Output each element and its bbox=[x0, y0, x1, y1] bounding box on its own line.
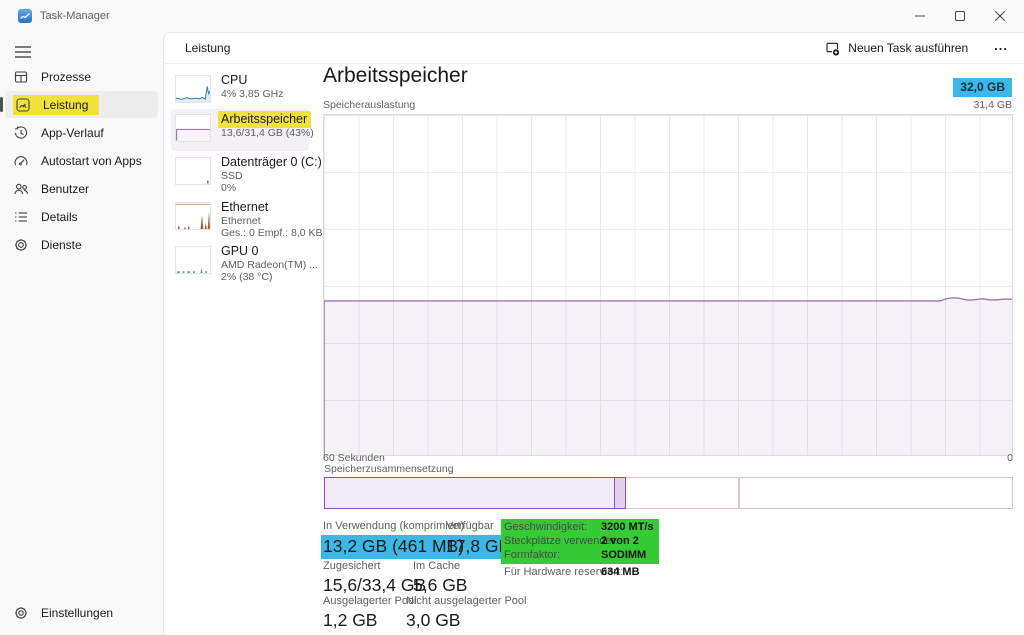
usage-chart-label: Speicherauslastung bbox=[323, 99, 415, 111]
perf-item-memory[interactable]: Arbeitsspeicher 13,6/31,4 GB (43%) bbox=[175, 112, 315, 142]
sidebar-item-app-verlauf[interactable]: App-Verlauf bbox=[5, 119, 158, 146]
stat-value: 1,2 GB bbox=[323, 610, 406, 631]
cyan-highlight: 13,2 GB (461 MB) 17,8 GB bbox=[321, 535, 515, 559]
task-manager-app-icon bbox=[18, 9, 32, 23]
selected-accent-pill bbox=[0, 97, 3, 112]
sidebar: Prozesse Leistung App-Verlauf bbox=[0, 32, 163, 635]
detail-row: Steckplätze verwendet: 2 von 2 bbox=[504, 534, 654, 548]
memory-page-title: Arbeitsspeicher bbox=[323, 64, 468, 88]
minimize-button[interactable] bbox=[900, 0, 940, 32]
perf-item-gpu[interactable]: GPU 0 AMD Radeon(TM) ... 2% (38 °C) bbox=[175, 244, 315, 283]
services-icon bbox=[13, 237, 29, 253]
panel-header: Leistung Neuen Task ausführen ... bbox=[164, 33, 1024, 64]
run-new-task-button[interactable]: Neuen Task ausführen bbox=[817, 36, 976, 61]
disk-mini-chart bbox=[175, 157, 211, 185]
stat-label: Zugesichert bbox=[323, 560, 413, 572]
yellow-highlight: Leistung bbox=[13, 95, 99, 115]
processes-icon bbox=[13, 69, 29, 85]
sidebar-item-details[interactable]: Details bbox=[5, 203, 158, 230]
memory-composition-bar bbox=[324, 477, 1013, 509]
total-memory-badge: 32,0 GB bbox=[953, 78, 1012, 97]
performance-icon bbox=[15, 97, 31, 113]
stats-row-1: In Verwendung (komprimiert) Verfügbar 13… bbox=[323, 520, 515, 559]
hamburger-menu-icon[interactable] bbox=[8, 38, 38, 66]
page-title: Leistung bbox=[185, 41, 230, 55]
stats-row-3: Ausgelagerter Pool Nicht ausgelagerter P… bbox=[323, 595, 526, 631]
sidebar-item-label: Dienste bbox=[41, 238, 82, 252]
sidebar-item-prozesse[interactable]: Prozesse bbox=[5, 63, 158, 90]
gear-icon bbox=[13, 605, 29, 621]
composition-segment-standby bbox=[626, 477, 739, 509]
titlebar: Task-Manager bbox=[0, 0, 1024, 32]
stat-value: 3,0 GB bbox=[406, 610, 460, 631]
stat-value: 5,6 GB bbox=[413, 575, 467, 596]
cpu-mini-chart bbox=[175, 75, 211, 103]
stat-label: In Verwendung (komprimiert) bbox=[323, 520, 446, 532]
details-icon bbox=[13, 209, 29, 225]
stat-label: Verfügbar bbox=[446, 520, 494, 532]
settings-label: Einstellungen bbox=[41, 606, 113, 620]
yellow-highlight: Arbeitsspeicher bbox=[218, 111, 311, 128]
stat-label: Im Cache bbox=[413, 560, 460, 572]
main-panel: Leistung Neuen Task ausführen ... bbox=[163, 32, 1024, 635]
stats-row-2: Zugesichert Im Cache 15,6/33,4 GB 5,6 GB bbox=[323, 560, 467, 596]
sidebar-item-label: Autostart von Apps bbox=[41, 154, 142, 168]
sidebar-item-einstellungen[interactable]: Einstellungen bbox=[5, 599, 158, 626]
detail-row: Für Hardware reserviert: 634 MB bbox=[501, 564, 659, 579]
users-icon bbox=[13, 181, 29, 197]
sidebar-item-label: Prozesse bbox=[41, 70, 91, 84]
chart-max-label: 31,4 GB bbox=[973, 99, 1012, 111]
perf-item-cpu[interactable]: CPU 4% 3,85 GHz bbox=[175, 73, 315, 103]
startup-icon bbox=[13, 153, 29, 169]
sidebar-nav: Prozesse Leistung App-Verlauf bbox=[0, 63, 163, 259]
hardware-details: Geschwindigkeit: 3200 MT/s Steckplätze v… bbox=[501, 519, 659, 579]
ethernet-mini-chart bbox=[175, 202, 211, 230]
sidebar-item-benutzer[interactable]: Benutzer bbox=[5, 175, 158, 202]
gpu-mini-chart bbox=[175, 246, 211, 274]
composition-segment-in-use bbox=[324, 477, 615, 509]
memory-usage-chart bbox=[323, 114, 1013, 456]
sidebar-item-label: Details bbox=[41, 210, 78, 224]
detail-row: Formfaktor: SODIMM bbox=[504, 548, 654, 562]
memory-mini-chart bbox=[175, 114, 211, 142]
sidebar-item-leistung[interactable]: Leistung bbox=[5, 91, 158, 118]
stat-label: Ausgelagerter Pool bbox=[323, 595, 406, 607]
stat-value: 15,6/33,4 GB bbox=[323, 575, 413, 596]
sidebar-item-autostart[interactable]: Autostart von Apps bbox=[5, 147, 158, 174]
sidebar-item-label: Leistung bbox=[43, 98, 88, 112]
stat-label: Nicht ausgelagerter Pool bbox=[406, 595, 526, 607]
composition-segment-modified bbox=[615, 477, 626, 509]
close-button[interactable] bbox=[980, 0, 1020, 32]
stat-value: 13,2 GB (461 MB) bbox=[323, 536, 446, 557]
perf-item-disk[interactable]: Datenträger 0 (C:) SSD 0% bbox=[175, 155, 315, 194]
time-zero-label: 0 bbox=[1007, 452, 1013, 464]
sidebar-item-label: Benutzer bbox=[41, 182, 89, 196]
sidebar-item-dienste[interactable]: Dienste bbox=[5, 231, 158, 258]
window-title: Task-Manager bbox=[40, 10, 110, 22]
detail-row: Geschwindigkeit: 3200 MT/s bbox=[504, 520, 654, 534]
new-task-icon bbox=[825, 41, 840, 56]
perf-item-ethernet[interactable]: Ethernet Ethernet Ges.: 0 Empf.: 8,0 KBi… bbox=[175, 200, 315, 239]
more-options-icon[interactable]: ... bbox=[986, 36, 1016, 61]
green-highlight: Geschwindigkeit: 3200 MT/s Steckplätze v… bbox=[501, 519, 659, 564]
composition-segment-free bbox=[739, 477, 1013, 509]
maximize-button[interactable] bbox=[940, 0, 980, 32]
composition-label: Speicherzusammensetzung bbox=[324, 463, 454, 475]
history-icon bbox=[13, 125, 29, 141]
sidebar-item-label: App-Verlauf bbox=[41, 126, 104, 140]
